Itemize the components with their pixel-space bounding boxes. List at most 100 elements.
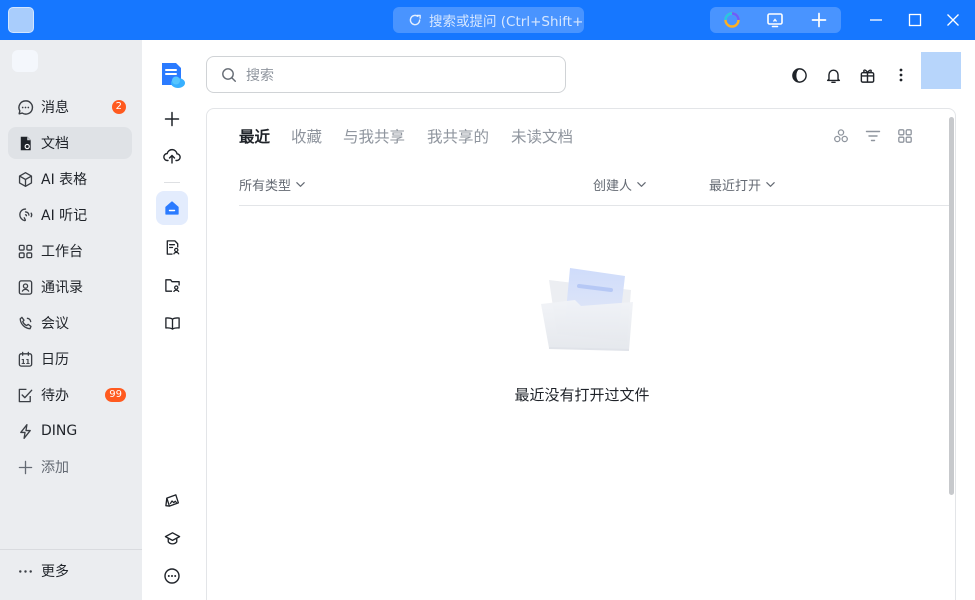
more-vertical-icon[interactable] xyxy=(890,64,912,86)
sidebar-item-ding[interactable]: DING xyxy=(8,415,132,447)
creator-filter-dropdown[interactable]: 创建人 xyxy=(593,175,647,194)
tab-recent[interactable]: 最近 xyxy=(239,125,270,147)
message-count-badge: 2 xyxy=(111,100,126,114)
sidebar-item-label: AI 表格 xyxy=(41,172,88,188)
chevron-down-icon xyxy=(766,182,775,187)
sidebar-item-label: 更多 xyxy=(41,564,69,580)
rail-home[interactable] xyxy=(156,191,188,225)
title-bar: 搜索或提问 (Ctrl+Shift+ xyxy=(0,0,975,40)
cloud-upload-icon xyxy=(163,148,181,164)
global-search-box[interactable]: 搜索或提问 (Ctrl+Shift+ xyxy=(393,7,584,33)
plus-icon xyxy=(16,458,34,476)
tab-shared-with-me[interactable]: 与我共享 xyxy=(343,125,405,147)
sidebar-item-label: 会议 xyxy=(41,316,69,332)
grid-icon xyxy=(16,242,34,260)
contacts-icon xyxy=(16,278,34,296)
sidebar-item-label: 通讯录 xyxy=(41,280,83,296)
doc-search-placeholder: 搜索 xyxy=(246,67,274,84)
gallery-icon xyxy=(164,493,179,507)
todo-icon xyxy=(16,386,34,404)
home-icon xyxy=(165,201,179,215)
tab-shared-by-me[interactable]: 我共享的 xyxy=(427,125,489,147)
sidebar-item-label: 消息 xyxy=(41,100,69,116)
more-dots-icon xyxy=(16,562,34,580)
sidebar-item-messages[interactable]: 消息 2 xyxy=(8,91,132,123)
sidebar-item-ai-table[interactable]: AI 表格 xyxy=(8,163,132,195)
filter-icon[interactable] xyxy=(864,127,882,145)
empty-folder-illustration-icon xyxy=(541,268,633,351)
search-icon xyxy=(222,67,236,82)
rail-more[interactable] xyxy=(156,559,188,593)
cube-icon xyxy=(16,170,34,188)
empty-state-message: 最近没有打开过文件 xyxy=(514,386,650,404)
chevron-down-icon xyxy=(296,182,305,187)
sidebar-item-label: 待办 xyxy=(41,388,69,404)
open-book-icon xyxy=(164,316,180,330)
rail-knowledge-base[interactable] xyxy=(156,306,188,340)
shared-folder-icon xyxy=(164,278,180,292)
chevron-down-icon xyxy=(637,182,646,187)
tab-favorites[interactable]: 收藏 xyxy=(291,125,322,147)
sidebar-item-ai-notes[interactable]: AI 听记 xyxy=(8,199,132,231)
rail-my-documents[interactable] xyxy=(156,230,188,264)
screen-cast-icon[interactable] xyxy=(760,7,790,33)
ai-assistant-icon[interactable] xyxy=(717,7,747,33)
group-view-icon[interactable] xyxy=(832,127,850,145)
sidebar-item-label: AI 听记 xyxy=(41,208,88,224)
sidebar-item-meeting[interactable]: 会议 xyxy=(8,307,132,339)
calendar-icon: 11 xyxy=(16,350,34,368)
graduation-cap-icon xyxy=(164,531,180,545)
ai-search-icon xyxy=(409,14,421,25)
document-icon xyxy=(16,134,34,152)
doc-search-input[interactable]: 搜索 xyxy=(206,56,566,93)
org-avatar[interactable] xyxy=(12,50,38,72)
close-button[interactable] xyxy=(943,10,963,30)
upload-button[interactable] xyxy=(156,139,188,173)
docs-app-logo[interactable] xyxy=(156,58,188,92)
audio-note-icon xyxy=(16,206,34,224)
sidebar-item-more[interactable]: 更多 xyxy=(8,555,132,587)
calendar-day-text: 11 xyxy=(20,357,30,365)
sidebar-item-documents[interactable]: 文档 xyxy=(8,127,132,159)
sidebar-item-calendar[interactable]: 11 日历 xyxy=(8,343,132,375)
lightning-icon xyxy=(16,422,34,440)
sidebar-item-label: DING xyxy=(41,423,78,439)
rail-shared-folder[interactable] xyxy=(156,268,188,302)
type-filter-dropdown[interactable]: 所有类型 xyxy=(239,175,306,194)
sidebar-item-todo[interactable]: 待办 99 xyxy=(8,379,132,411)
title-tools-group xyxy=(710,7,841,33)
sidebar-item-contacts[interactable]: 通讯录 xyxy=(8,271,132,303)
type-filter-label: 所有类型 xyxy=(239,179,292,194)
phone-icon xyxy=(16,314,34,332)
gift-icon[interactable] xyxy=(856,64,878,86)
docs-rail xyxy=(142,40,202,600)
plus-icon xyxy=(164,111,180,127)
tab-unread-docs[interactable]: 未读文档 xyxy=(511,125,573,147)
header-divider xyxy=(239,205,951,206)
app-logo[interactable] xyxy=(8,7,34,33)
sidebar-item-workbench[interactable]: 工作台 xyxy=(8,235,132,267)
recent-open-sort-dropdown[interactable]: 最近打开 xyxy=(709,175,776,194)
docs-main: 搜索 最近 收藏 与我共享 我共享的 未读文档 所有类型 创建人 最近打开 最近… xyxy=(202,40,975,600)
new-document-button[interactable] xyxy=(156,102,188,136)
maximize-button[interactable] xyxy=(905,10,925,30)
new-plus-icon[interactable] xyxy=(804,7,834,33)
sidebar-item-add[interactable]: 添加 xyxy=(8,451,132,483)
user-document-icon xyxy=(166,239,179,255)
sidebar-item-label: 日历 xyxy=(41,352,69,368)
rail-learning[interactable] xyxy=(156,521,188,555)
more-circle-icon xyxy=(164,568,180,584)
docs-logo-icon xyxy=(162,63,185,88)
global-search-placeholder: 搜索或提问 (Ctrl+Shift+ xyxy=(429,14,584,30)
theme-toggle-icon[interactable] xyxy=(788,64,810,86)
todo-count-badge: 99 xyxy=(105,388,126,402)
sidebar-item-label: 工作台 xyxy=(41,244,83,260)
document-list-card: 最近 收藏 与我共享 我共享的 未读文档 所有类型 创建人 最近打开 最近没有打… xyxy=(206,108,956,600)
grid-view-icon[interactable] xyxy=(896,127,914,145)
minimize-button[interactable] xyxy=(866,10,886,30)
user-avatar[interactable] xyxy=(921,52,961,89)
list-scrollbar[interactable] xyxy=(949,117,954,495)
sidebar-divider xyxy=(0,549,142,550)
bell-icon[interactable] xyxy=(822,64,844,86)
rail-gallery[interactable] xyxy=(156,483,188,517)
